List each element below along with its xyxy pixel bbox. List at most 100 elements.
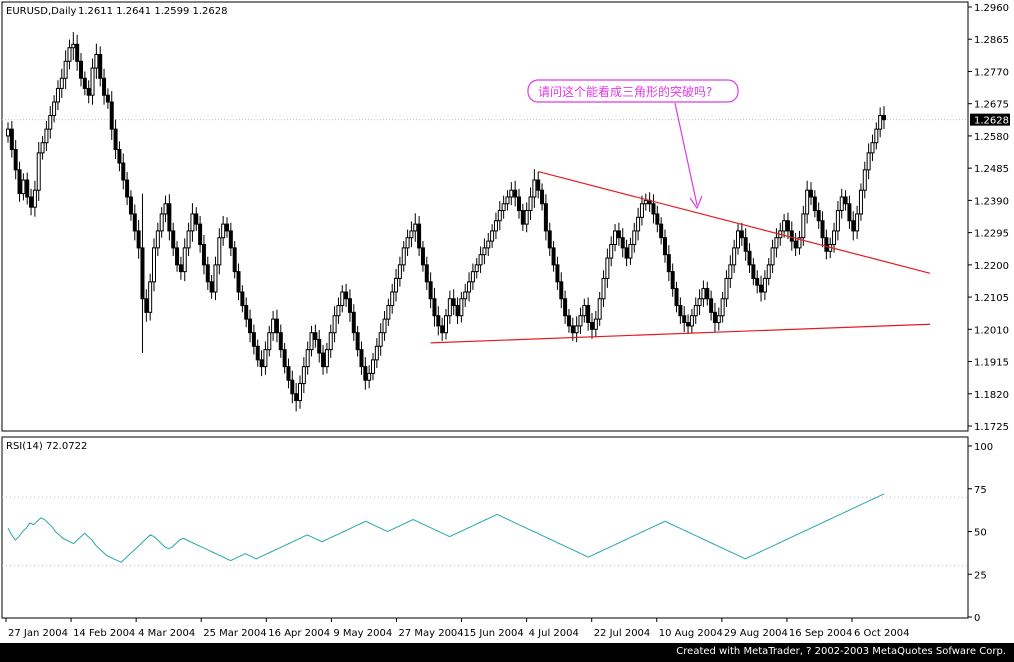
candle-body <box>759 284 764 293</box>
candle-body <box>570 325 575 334</box>
candle-body <box>136 230 141 249</box>
candle-body <box>493 220 498 232</box>
candle-body <box>36 152 41 191</box>
candle-body <box>505 196 510 205</box>
candle-body <box>267 332 272 351</box>
candle-body <box>102 77 107 96</box>
candle-body <box>747 250 752 266</box>
candle-body <box>470 271 475 283</box>
candle-body <box>194 213 199 225</box>
candle-body <box>48 115 53 130</box>
annotation-text: 请问这个能看成三角形的突破吗? <box>538 84 712 99</box>
price-tick-label: 1.2960 <box>974 3 1009 14</box>
candle-body <box>55 87 60 103</box>
candle-body <box>689 315 694 327</box>
candle-body <box>705 288 710 300</box>
candle-body <box>455 305 460 317</box>
candle-body <box>566 315 571 327</box>
candle-body <box>590 322 594 330</box>
candle-body <box>351 311 356 334</box>
candle-body <box>171 230 176 249</box>
candle-body <box>636 216 641 232</box>
candle-body <box>666 254 671 273</box>
candle-body <box>259 359 264 368</box>
candle-body <box>697 298 702 307</box>
candle-body <box>770 247 775 266</box>
price-tick-label: 1.2580 <box>974 132 1009 143</box>
candle-body <box>332 315 337 334</box>
candle-body <box>459 298 464 317</box>
candle-body <box>125 179 130 198</box>
candle-body <box>278 332 283 351</box>
candle-body <box>716 315 721 324</box>
candle-body <box>490 230 495 242</box>
candle-body <box>82 77 87 89</box>
candle-body <box>616 230 621 239</box>
ohlc-label: 1.2611 1.2641 1.2599 1.2628 <box>78 6 228 17</box>
candle-body <box>605 257 610 279</box>
price-tick-label: 1.1820 <box>974 390 1009 401</box>
candle-body <box>613 230 618 245</box>
candle-body <box>855 213 860 232</box>
candle-body <box>63 60 68 79</box>
candle-body <box>294 393 299 402</box>
candle-body <box>789 230 794 242</box>
candle-body <box>29 196 34 208</box>
price-tick-label: 1.2200 <box>974 261 1009 272</box>
price-tick-label: 1.2865 <box>974 35 1009 46</box>
candle-body <box>536 179 541 191</box>
candle-body <box>851 220 856 232</box>
candle-body <box>213 264 218 293</box>
candle-body <box>774 237 779 249</box>
candle-body <box>424 264 429 283</box>
candle-body <box>574 325 579 334</box>
candle-body <box>628 243 633 259</box>
candle-body <box>674 288 679 307</box>
rsi-tick-label: 25 <box>974 570 987 581</box>
candle-body <box>467 281 472 293</box>
rsi-panel <box>1 436 969 619</box>
candle-body <box>13 148 18 171</box>
candle-body <box>248 318 253 334</box>
candle-body <box>44 128 49 144</box>
candle-body <box>6 128 10 137</box>
candle-body <box>167 203 172 232</box>
candle-body <box>132 213 137 232</box>
footer-text: Created with MetaTrader, ? 2002-2003 Met… <box>676 646 1006 657</box>
candle-body <box>159 213 164 232</box>
candle-body <box>313 332 318 340</box>
candle-body <box>144 298 149 313</box>
candle-body <box>286 366 291 381</box>
symbol-label: EURUSD,Daily <box>6 6 77 17</box>
candle-body <box>809 189 813 198</box>
candle-body <box>109 101 114 130</box>
candle-body <box>524 210 529 225</box>
candle-body <box>236 271 241 293</box>
candle-body <box>436 315 441 327</box>
candle-body <box>528 196 533 212</box>
price-tick-label: 1.1725 <box>974 422 1009 433</box>
price-tick-label: 1.2675 <box>974 100 1009 111</box>
candle-body <box>98 53 103 79</box>
candle-body <box>363 366 368 381</box>
candle-body <box>724 277 729 300</box>
date-tick-label: 27 May 2004 <box>398 628 463 639</box>
candle-body <box>178 264 183 273</box>
candle-body <box>75 43 80 62</box>
candle-body <box>520 210 525 225</box>
candle-body <box>651 203 656 215</box>
candle-body <box>601 277 606 300</box>
price-tick-label: 1.2770 <box>974 67 1009 78</box>
candle-body <box>624 247 629 259</box>
candle-body <box>793 240 798 249</box>
date-tick-label: 4 Mar 2004 <box>138 628 195 639</box>
candle-body <box>728 264 733 279</box>
candle-body <box>190 213 195 232</box>
candle-body <box>86 87 91 96</box>
candle-body <box>420 247 425 266</box>
candle-body <box>686 322 691 327</box>
price-tick-label: 1.2485 <box>974 164 1009 175</box>
candle-body <box>478 254 483 266</box>
candle-body <box>113 128 118 150</box>
candle-body <box>428 281 433 300</box>
